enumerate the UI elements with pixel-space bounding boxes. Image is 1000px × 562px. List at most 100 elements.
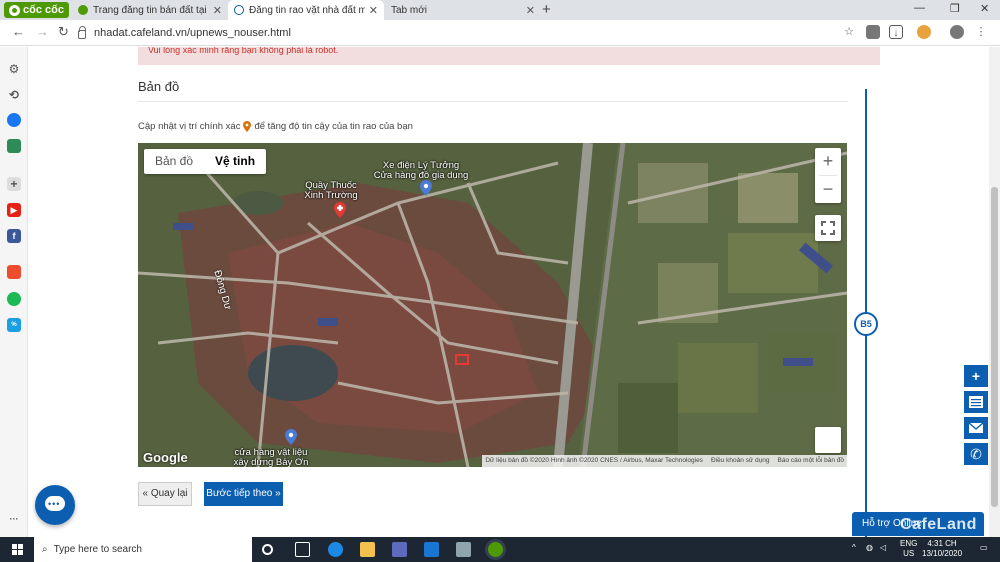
location-pin-icon bbox=[243, 121, 252, 132]
tab-post-free-ad[interactable]: Đăng tin rao vặt nhà đất miễn phí ✕ bbox=[228, 0, 384, 20]
captcha-alert: Vui lòng xác minh rằng bạn không phải là… bbox=[138, 47, 880, 65]
minimize-button[interactable]: — bbox=[914, 2, 925, 14]
new-tab-button[interactable]: + bbox=[542, 1, 551, 18]
zoom-in-button[interactable]: + bbox=[815, 148, 841, 175]
discount-icon[interactable]: % bbox=[7, 318, 21, 332]
coccoc-taskbar-icon[interactable] bbox=[488, 542, 503, 557]
next-step-button[interactable]: Bước tiếp theo » bbox=[204, 482, 283, 506]
download-icon[interactable]: ↓ bbox=[889, 25, 903, 39]
coccoc-menu-button[interactable]: cốc cốc bbox=[4, 2, 69, 18]
step-indicator: B5 bbox=[854, 312, 878, 336]
cortana-icon[interactable] bbox=[262, 544, 273, 555]
game-controller-icon[interactable] bbox=[7, 139, 21, 153]
map-type-map-button[interactable]: Bản đồ bbox=[144, 149, 204, 174]
tab-new[interactable]: Tab mới ✕ bbox=[385, 0, 541, 20]
report-map-error-link[interactable]: Báo cáo một lỗi bản đồ bbox=[778, 455, 845, 467]
google-map[interactable]: Xe điện Lý Tưởng Cửa hàng đồ gia dụng Qu… bbox=[138, 143, 847, 467]
street-view-pegman-button[interactable] bbox=[815, 427, 841, 453]
place-label[interactable]: Quầy Thuốc Xinh Trường bbox=[298, 181, 364, 201]
list-icon[interactable] bbox=[964, 391, 988, 413]
add-post-button[interactable]: + bbox=[964, 365, 988, 387]
menu-dots-icon[interactable]: ⋮ bbox=[974, 25, 988, 39]
map-attribution: Dữ liệu bản đồ ©2020 Hình ảnh ©2020 CNES… bbox=[482, 455, 847, 467]
back-button[interactable]: « Quay lại bbox=[138, 482, 192, 506]
close-tab-icon[interactable]: ✕ bbox=[522, 4, 535, 17]
shield-app-icon[interactable] bbox=[456, 542, 471, 557]
email-icon[interactable] bbox=[964, 417, 988, 439]
phone-icon[interactable]: ✆ bbox=[964, 443, 988, 465]
network-icon[interactable]: ◍ bbox=[866, 543, 873, 552]
bookmark-star-icon[interactable]: ☆ bbox=[842, 25, 856, 39]
forward-arrow-icon[interactable]: → bbox=[36, 24, 49, 39]
place-label[interactable]: Xe điện Lý Tưởng Cửa hàng đồ gia dụng bbox=[366, 161, 476, 181]
shop-marker-icon[interactable] bbox=[420, 180, 432, 199]
shopee-icon[interactable] bbox=[7, 265, 21, 279]
scrollbar-thumb[interactable] bbox=[991, 187, 998, 507]
place-name: Quầy Thuốc Xinh Trường bbox=[304, 180, 358, 201]
taskbar-search[interactable]: ⌕ Type here to search bbox=[34, 537, 252, 562]
windows-start-icon[interactable] bbox=[12, 544, 23, 555]
coccoc-extension-icon[interactable] bbox=[917, 25, 931, 39]
map-hint: Cập nhật vị trí chính xác để tăng độ tin… bbox=[138, 121, 413, 132]
satellite-imagery bbox=[138, 143, 847, 467]
map-section-title: Bản đồ bbox=[138, 79, 180, 94]
maximize-button[interactable]: ❐ bbox=[950, 2, 960, 15]
browser-sidebar: ⚙ ⟲ + ▶ f % ··· bbox=[0, 47, 28, 537]
lock-icon bbox=[78, 25, 86, 39]
google-logo: Google bbox=[143, 450, 188, 465]
close-window-button[interactable]: ✕ bbox=[980, 2, 989, 15]
profile-avatar-icon[interactable] bbox=[950, 25, 964, 39]
tab-label: Tab mới bbox=[391, 4, 428, 16]
fullscreen-icon bbox=[821, 221, 835, 235]
tab-post-land-hanoi[interactable]: Trang đăng tin bán đất tại hà nội ✕ bbox=[72, 0, 228, 20]
reload-icon[interactable]: ↻ bbox=[58, 24, 69, 40]
close-tab-icon[interactable]: ✕ bbox=[209, 4, 222, 17]
tab-label: Đăng tin rao vặt nhà đất miễn phí bbox=[249, 4, 365, 16]
input-language[interactable]: ENG US bbox=[900, 539, 917, 559]
zoom-out-button[interactable]: − bbox=[815, 176, 841, 203]
map-data-credit: Dữ liệu bản đồ ©2020 Hình ảnh ©2020 CNES… bbox=[485, 457, 703, 464]
map-type-toggle: Bản đồ Vệ tinh bbox=[144, 149, 267, 174]
youtube-icon[interactable]: ▶ bbox=[7, 203, 21, 217]
place-label[interactable]: cửa hàng vật liệu xây dựng Bảy Ơn bbox=[226, 447, 316, 468]
terms-of-use-link[interactable]: Điều khoản sử dụng bbox=[711, 455, 770, 467]
add-sidebar-app-icon[interactable]: + bbox=[7, 177, 21, 191]
page-content: Vui lòng xác minh rằng bạn không phải là… bbox=[29, 47, 989, 537]
site-favicon-icon bbox=[78, 5, 88, 15]
pharmacy-marker-icon[interactable] bbox=[334, 202, 346, 221]
clock[interactable]: 4:31 CH 13/10/2020 bbox=[922, 539, 962, 559]
map-type-satellite-button[interactable]: Vệ tinh bbox=[204, 149, 266, 174]
notifications-icon[interactable]: ▭ bbox=[980, 543, 988, 552]
windows-taskbar: ⌕ Type here to search ^ ◍ ◁ ENG US 4:31 C… bbox=[0, 537, 1000, 562]
browser-brand: cốc cốc bbox=[23, 4, 64, 16]
browser-tab-strip: cốc cốc Trang đăng tin bán đất tại hà nộ… bbox=[0, 0, 1000, 20]
tray-chevron-icon[interactable]: ^ bbox=[852, 543, 856, 552]
history-icon[interactable]: ⟲ bbox=[7, 88, 21, 102]
tab-label: Trang đăng tin bán đất tại hà nội bbox=[93, 4, 209, 16]
url-text: nhadat.cafeland.vn/upnews_nouser.html bbox=[94, 27, 291, 39]
file-explorer-icon[interactable] bbox=[360, 542, 375, 557]
place-name: cửa hàng vật liệu xây dựng Bảy Ơn bbox=[233, 447, 309, 468]
edge-icon[interactable] bbox=[328, 542, 343, 557]
back-arrow-icon[interactable]: ← bbox=[12, 24, 25, 39]
chat-button[interactable]: ••• bbox=[35, 485, 75, 525]
messenger-icon[interactable] bbox=[7, 113, 21, 127]
store-marker-icon[interactable] bbox=[285, 429, 297, 448]
shield-extension-icon[interactable] bbox=[866, 25, 880, 39]
address-bar[interactable]: nhadat.cafeland.vn/upnews_nouser.html bbox=[78, 23, 858, 43]
site-favicon-icon bbox=[234, 5, 244, 15]
volume-icon[interactable]: ◁ bbox=[880, 543, 886, 552]
page-scrollbar[interactable] bbox=[989, 47, 1000, 537]
facebook-icon[interactable]: f bbox=[7, 229, 21, 243]
more-dots-icon[interactable]: ··· bbox=[7, 512, 21, 526]
fullscreen-button[interactable] bbox=[815, 215, 841, 241]
store-icon[interactable] bbox=[392, 542, 407, 557]
hint-text-before: Cập nhật vị trí chính xác bbox=[138, 121, 241, 132]
close-tab-icon[interactable]: ✕ bbox=[365, 4, 378, 17]
task-view-icon[interactable] bbox=[295, 542, 310, 557]
browser-toolbar: ← → ↻ nhadat.cafeland.vn/upnews_nouser.h… bbox=[0, 20, 1000, 46]
search-icon: ⌕ bbox=[42, 544, 48, 555]
mail-icon[interactable] bbox=[424, 542, 439, 557]
settings-gear-icon[interactable]: ⚙ bbox=[7, 62, 21, 76]
spotify-icon[interactable] bbox=[7, 292, 21, 306]
